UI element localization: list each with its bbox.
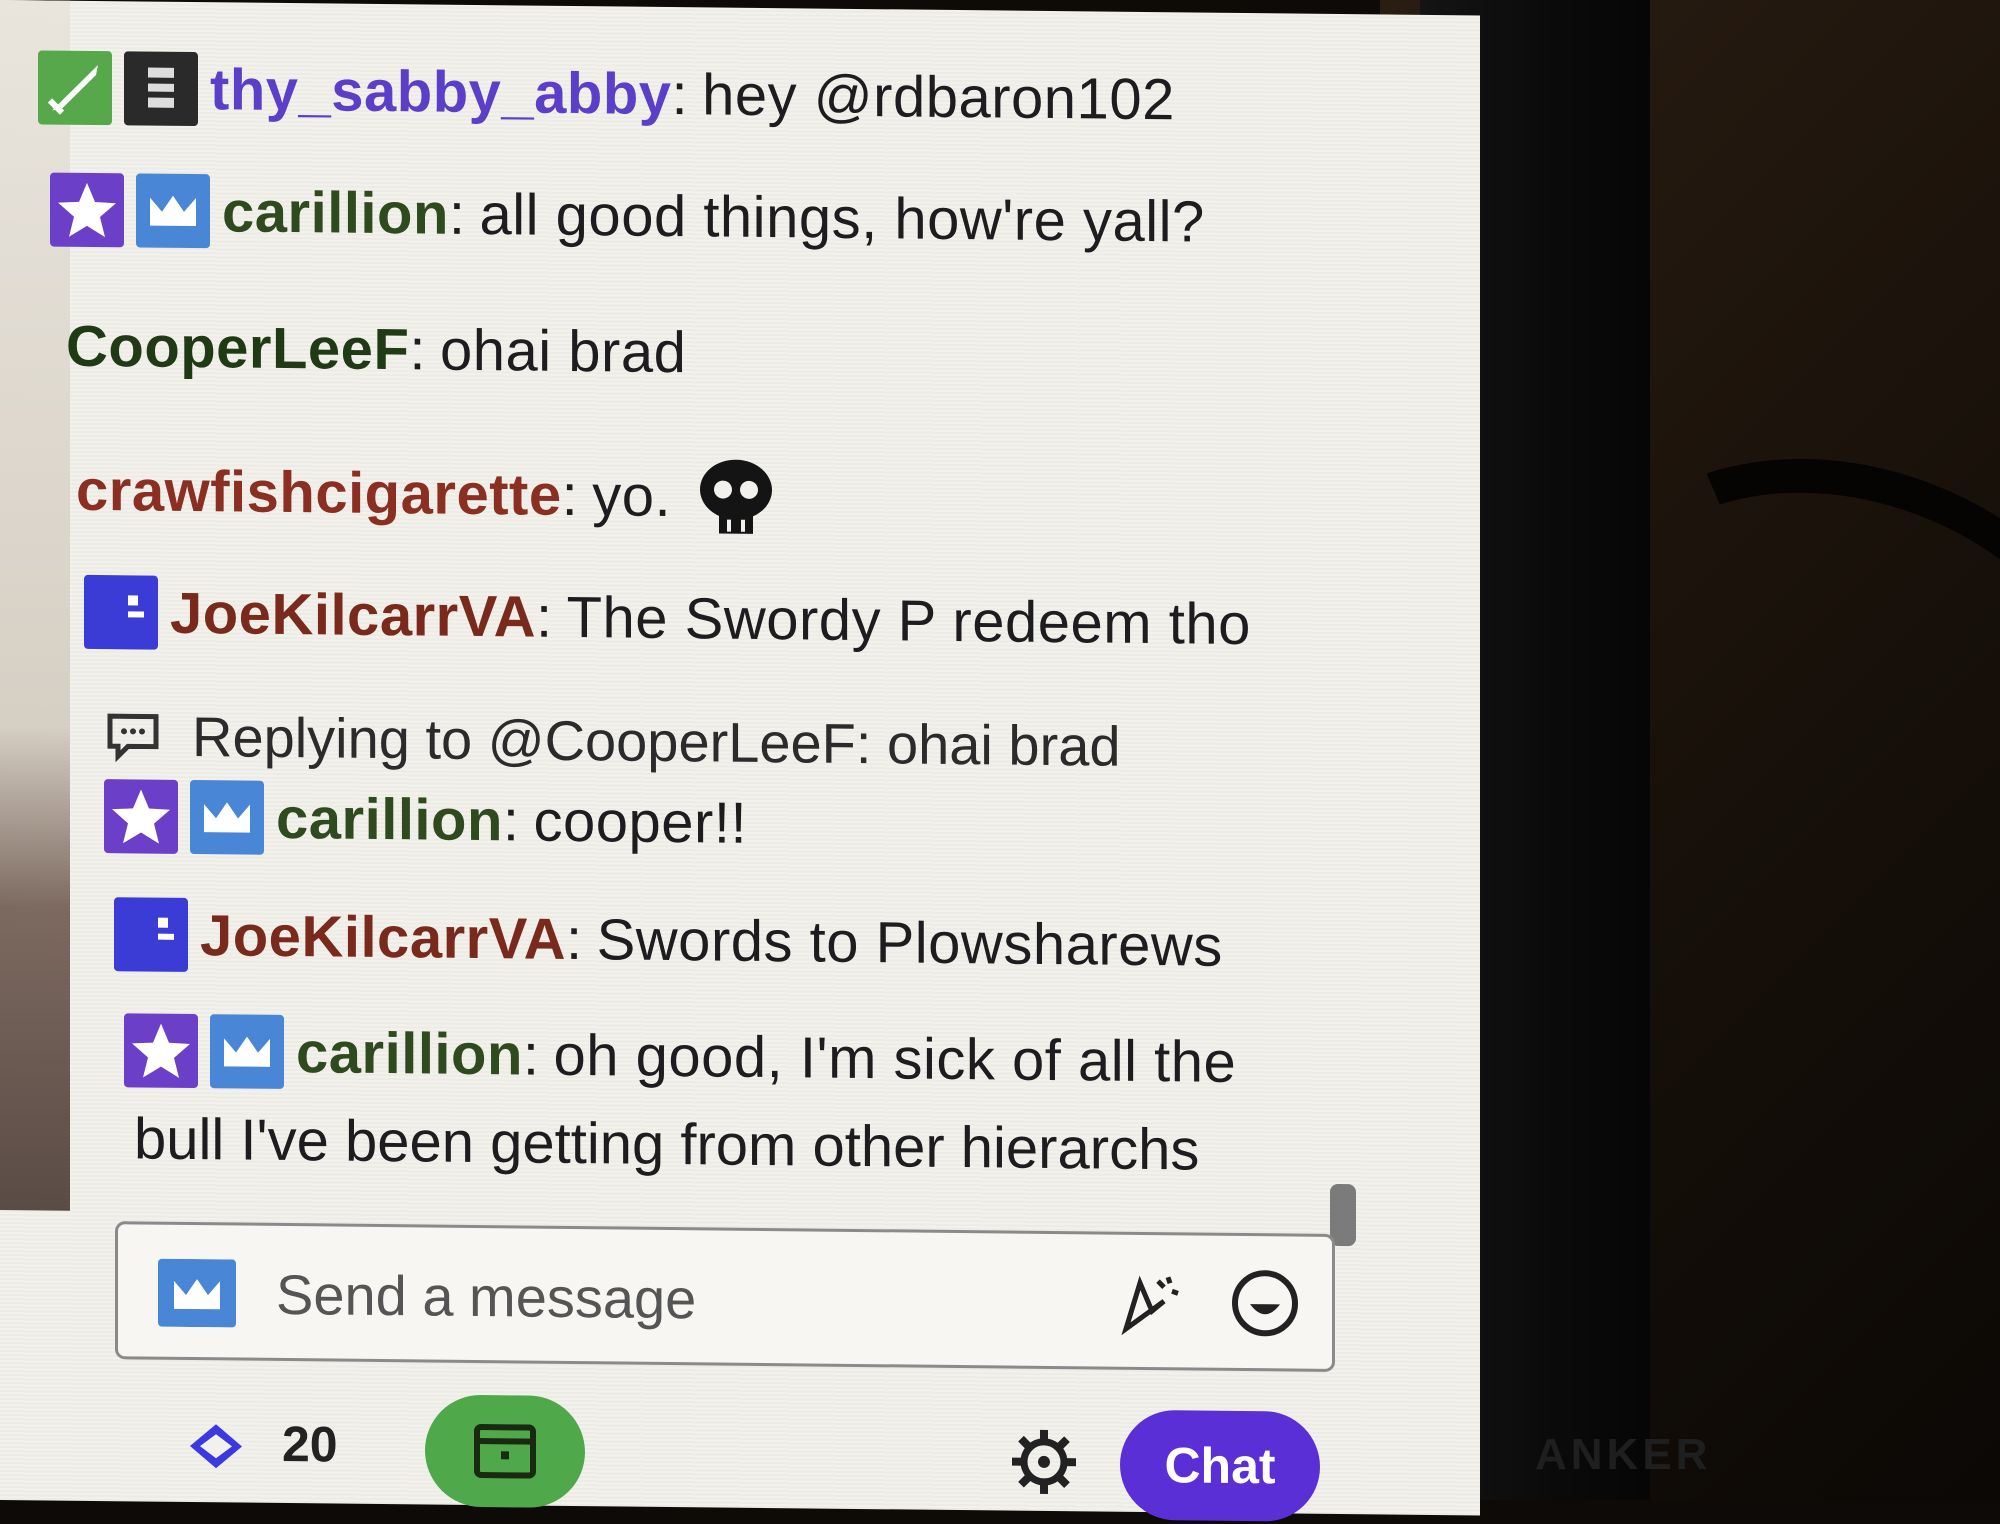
username[interactable]: carillion bbox=[276, 784, 503, 853]
separator: : bbox=[672, 61, 689, 128]
username[interactable]: carillion bbox=[296, 1019, 523, 1088]
reply-text: Replying to @CooperLeeF: ohai brad bbox=[192, 704, 1121, 779]
chat-message: JoeKilcarrVA : The Swordy P redeem tho bbox=[84, 575, 1251, 661]
chat-message: JoeKilcarrVA : Swords to Plowsharews bbox=[114, 897, 1223, 983]
star-badge-icon[interactable] bbox=[104, 779, 178, 854]
crown-badge-icon[interactable] bbox=[210, 1014, 284, 1089]
username[interactable]: crawfishcigarette bbox=[76, 456, 562, 528]
emoji-icon[interactable] bbox=[1228, 1266, 1302, 1341]
message-text: The Swordy P redeem tho bbox=[567, 583, 1251, 657]
channel-points-icon[interactable] bbox=[186, 1420, 246, 1473]
channel-points-count: 20 bbox=[282, 1415, 338, 1474]
message-text-continuation: bull I've been getting from other hierar… bbox=[134, 1105, 1199, 1183]
message-text: hey @rdbaron102 bbox=[702, 61, 1175, 133]
separator: : bbox=[503, 787, 520, 854]
chat-input-placeholder: Send a message bbox=[276, 1262, 696, 1331]
gear-icon[interactable] bbox=[1008, 1426, 1080, 1499]
crown-badge-icon[interactable] bbox=[136, 173, 210, 248]
sword-badge-icon[interactable] bbox=[38, 50, 112, 125]
monitor-brand: ANKER bbox=[1535, 1430, 1711, 1480]
bits-icon[interactable] bbox=[1118, 1271, 1184, 1338]
reward-icon bbox=[473, 1421, 537, 1480]
message-text: oh good, I'm sick of all the bbox=[554, 1021, 1237, 1095]
chat-input[interactable]: Send a message bbox=[115, 1221, 1335, 1372]
username[interactable]: carillion bbox=[222, 178, 449, 247]
chat-send-button[interactable]: Chat bbox=[1120, 1410, 1320, 1522]
separator: : bbox=[409, 316, 426, 383]
separator: : bbox=[566, 905, 583, 972]
message-text: ohai brad bbox=[440, 317, 686, 387]
chat-message: CooperLeeF : ohai brad bbox=[66, 313, 686, 386]
crown-badge-icon[interactable] bbox=[190, 780, 264, 855]
message-text: cooper!! bbox=[534, 787, 748, 856]
face-badge-icon[interactable] bbox=[114, 897, 188, 972]
username[interactable]: CooperLeeF bbox=[66, 313, 409, 384]
separator: : bbox=[523, 1021, 540, 1088]
separator: : bbox=[536, 583, 553, 650]
message-text: all good things, how're yall? bbox=[480, 181, 1205, 256]
chat-message: thy_sabby_abby : hey @rdbaron102 bbox=[38, 50, 1175, 136]
chat-message: carillion : cooper!! bbox=[104, 779, 747, 860]
chat-message: carillion : all good things, how're yall… bbox=[50, 173, 1205, 259]
chat-message: carillion : oh good, I'm sick of all the bbox=[124, 1013, 1236, 1099]
scrollbar-thumb[interactable] bbox=[1330, 1184, 1356, 1246]
separator: : bbox=[449, 180, 466, 247]
message-text: Swords to Plowsharews bbox=[597, 906, 1223, 980]
reply-icon bbox=[104, 710, 162, 763]
username[interactable]: JoeKilcarrVA bbox=[200, 902, 566, 973]
reward-button[interactable] bbox=[425, 1394, 585, 1508]
message-text: yo. bbox=[592, 462, 671, 530]
username[interactable]: JoeKilcarrVA bbox=[170, 579, 536, 650]
skull-emote-icon bbox=[693, 453, 779, 540]
chat-message: crawfishcigarette : yo. bbox=[76, 447, 779, 540]
separator: : bbox=[562, 461, 579, 528]
star-badge-icon[interactable] bbox=[124, 1013, 198, 1088]
calendar-badge-icon[interactable] bbox=[124, 51, 198, 126]
username[interactable]: thy_sabby_abby bbox=[210, 56, 672, 128]
reply-context[interactable]: Replying to @CooperLeeF: ohai brad bbox=[104, 703, 1121, 779]
crown-badge-icon[interactable] bbox=[158, 1259, 236, 1328]
face-badge-icon[interactable] bbox=[84, 575, 158, 650]
chat-panel: thy_sabby_abby : hey @rdbaron102 carilli… bbox=[0, 0, 1480, 1515]
star-badge-icon[interactable] bbox=[50, 173, 124, 248]
